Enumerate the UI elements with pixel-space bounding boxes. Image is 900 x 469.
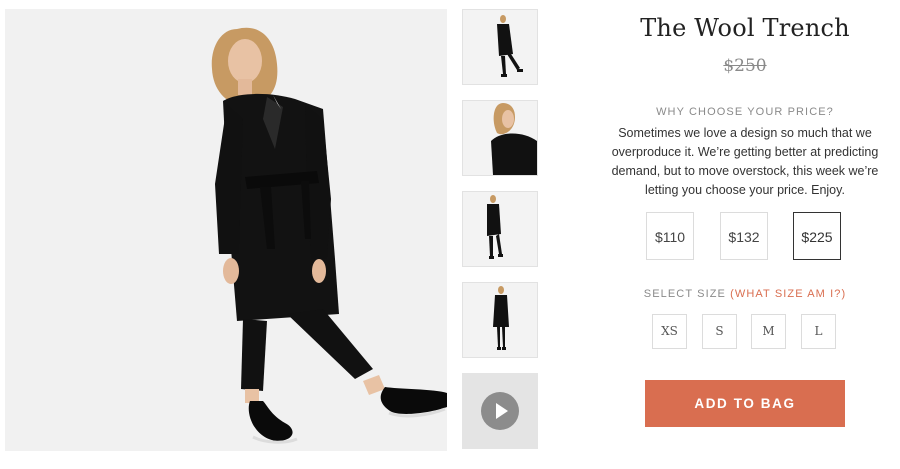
size-option-xs[interactable]: XS xyxy=(652,314,687,349)
thumbnail-image xyxy=(497,15,523,77)
size-label-text: SELECT SIZE xyxy=(643,288,726,300)
size-option-l[interactable]: L xyxy=(801,314,836,349)
product-title: The Wool Trench xyxy=(640,14,850,42)
select-size-label: SELECT SIZE (WHAT SIZE AM I?) xyxy=(600,288,890,300)
play-icon[interactable] xyxy=(481,392,519,430)
size-option-s[interactable]: S xyxy=(702,314,737,349)
thumbnail-1[interactable] xyxy=(462,9,538,85)
size-option-m[interactable]: M xyxy=(751,314,786,349)
thumbnail-image xyxy=(493,286,509,350)
price-option-225-selected[interactable]: $225 xyxy=(793,212,841,260)
original-price: $250 xyxy=(723,56,767,76)
thumbnail-2[interactable] xyxy=(462,100,538,176)
why-choose-price-heading: WHY CHOOSE YOUR PRICE? xyxy=(656,106,834,118)
thumbnail-4[interactable] xyxy=(462,282,538,358)
thumbnail-3[interactable] xyxy=(462,191,538,267)
pricing-description: Sometimes we love a design so much that … xyxy=(611,126,879,197)
price-option-132[interactable]: $132 xyxy=(720,212,768,260)
price-options: $110 $132 $225 xyxy=(646,212,846,262)
thumbnail-image xyxy=(491,103,537,175)
model-illustration xyxy=(211,27,447,444)
thumbnail-image xyxy=(487,195,503,259)
main-product-image[interactable] xyxy=(5,9,447,451)
price-option-110[interactable]: $110 xyxy=(646,212,694,260)
add-to-bag-button[interactable]: ADD TO BAG xyxy=(645,380,845,427)
size-help-link[interactable]: (WHAT SIZE AM I?) xyxy=(730,288,846,300)
video-thumbnail[interactable] xyxy=(462,373,538,449)
thumbnail-list xyxy=(462,9,538,464)
size-options: XS S M L xyxy=(652,314,842,350)
